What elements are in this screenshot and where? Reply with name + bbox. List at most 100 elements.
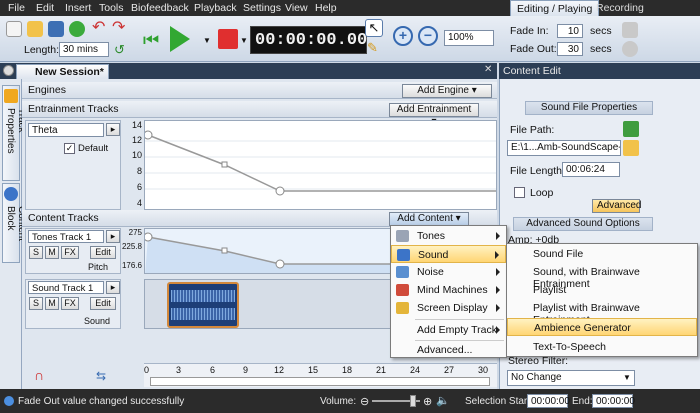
chevron-down-icon[interactable]: ▼ bbox=[623, 373, 631, 382]
timeline-ruler[interactable]: 0 3 6 9 12 15 18 21 24 27 30 bbox=[144, 363, 497, 387]
tones-track-name[interactable]: Tones Track 1 bbox=[28, 230, 104, 243]
save-icon[interactable] bbox=[48, 21, 64, 37]
menu-help[interactable]: Help bbox=[315, 2, 337, 14]
tab-track-properties[interactable]: Track Properties bbox=[2, 85, 27, 181]
loop-checkbox[interactable] bbox=[514, 187, 525, 198]
menu-item-advanced[interactable]: Advanced... bbox=[391, 341, 506, 359]
file-length-value: 00:06:24 bbox=[562, 162, 620, 177]
curve-point[interactable] bbox=[221, 161, 228, 168]
tab-new-session[interactable]: New Session* bbox=[16, 64, 109, 79]
edit-tool-icon[interactable]: ✎ bbox=[367, 40, 383, 56]
volume-up-icon[interactable]: ⊕ bbox=[423, 395, 432, 408]
advanced-button[interactable]: Advanced bbox=[592, 199, 641, 213]
sound-mute-button[interactable]: M bbox=[45, 297, 59, 310]
add-entrainment-button[interactable]: Add Entrainment ▾ bbox=[389, 103, 479, 127]
zoom-out-icon[interactable]: − bbox=[418, 26, 438, 46]
menu-settings[interactable]: Settings bbox=[243, 2, 281, 14]
fade-reset-icon[interactable] bbox=[622, 41, 638, 57]
tones-param-label[interactable]: Pitch bbox=[88, 262, 108, 272]
fade-out-input[interactable]: 30 bbox=[557, 42, 583, 56]
menu-item-tones[interactable]: Tones bbox=[391, 227, 506, 245]
speaker-icon[interactable]: 🔈 bbox=[436, 394, 450, 407]
menu-view[interactable]: View bbox=[285, 2, 308, 14]
magnet-icon[interactable]: ∩ bbox=[34, 367, 44, 383]
sound-solo-button[interactable]: S bbox=[29, 297, 43, 310]
menu-edit[interactable]: Edit bbox=[36, 2, 54, 14]
submenu-item-playlist[interactable]: Playlist bbox=[507, 281, 697, 299]
submenu-item-playlist-brainwave[interactable]: Playlist with Brainwave Entrainment bbox=[507, 299, 697, 326]
redo-icon[interactable]: ↷ bbox=[112, 20, 128, 37]
time-tick: 12 bbox=[274, 365, 285, 375]
curve-point[interactable] bbox=[144, 130, 153, 140]
new-file-icon[interactable] bbox=[6, 21, 22, 37]
reset-length-icon[interactable]: ↺ bbox=[114, 43, 130, 59]
rewind-icon[interactable]: ⏮ bbox=[143, 31, 161, 49]
submenu-item-text-to-speech[interactable]: Text-To-Speech bbox=[507, 338, 697, 356]
selection-start-label: Selection Start: bbox=[465, 396, 533, 407]
sound-content-block[interactable] bbox=[167, 282, 239, 328]
select-tool-icon[interactable]: ↖ bbox=[365, 19, 383, 37]
refresh-icon[interactable] bbox=[623, 121, 639, 137]
curve-point[interactable] bbox=[144, 232, 153, 242]
menu-item-mind-machines[interactable]: Mind Machines bbox=[391, 281, 506, 299]
tones-edit-button[interactable]: Edit bbox=[90, 246, 116, 259]
menu-biofeedback[interactable]: Biofeedback bbox=[131, 2, 189, 14]
submenu-item-sound-brainwave[interactable]: Sound, with Brainwave Entrainment bbox=[507, 263, 697, 290]
tones-fx-button[interactable]: FX bbox=[61, 246, 79, 259]
volume-thumb[interactable] bbox=[410, 395, 416, 407]
entrainment-track-name[interactable]: Theta bbox=[28, 123, 104, 137]
tones-solo-button[interactable]: S bbox=[29, 246, 43, 259]
end-input[interactable]: 00:00:00 bbox=[592, 394, 635, 408]
sound-fx-button[interactable]: FX bbox=[61, 297, 79, 310]
sound-param-label[interactable]: Sound bbox=[84, 316, 110, 326]
export-icon[interactable] bbox=[69, 21, 85, 37]
zoom-select[interactable]: 100% bbox=[444, 30, 494, 46]
menu-tools[interactable]: Tools bbox=[99, 2, 124, 14]
sound-track-menu-icon[interactable]: ▸ bbox=[106, 281, 120, 294]
selection-start-input[interactable]: 00:00:00 bbox=[527, 394, 570, 408]
add-content-button[interactable]: Add Content ▾ bbox=[389, 212, 469, 226]
sound-track-name[interactable]: Sound Track 1 bbox=[28, 281, 104, 294]
submenu-item-ambience-generator[interactable]: Ambience Generator bbox=[507, 318, 697, 336]
fade-settings-icon[interactable] bbox=[622, 22, 638, 38]
curve-point[interactable] bbox=[275, 186, 285, 196]
browse-folder-icon[interactable] bbox=[623, 140, 639, 156]
fade-in-input[interactable]: 10 bbox=[557, 24, 583, 38]
tab-editing-playing[interactable]: Editing / Playing bbox=[510, 0, 600, 16]
stereo-filter-select[interactable]: No Change bbox=[507, 370, 635, 386]
tab-recording[interactable]: Recording bbox=[590, 0, 650, 16]
add-track-icon[interactable]: ⇆ bbox=[96, 369, 106, 383]
horizontal-scrollbar[interactable] bbox=[150, 377, 490, 386]
add-engine-button[interactable]: Add Engine ▾ bbox=[402, 84, 492, 98]
menu-item-screen-display[interactable]: Screen Display bbox=[391, 299, 506, 317]
tab-content-block[interactable]: Content Block bbox=[2, 183, 27, 263]
undo-icon[interactable]: ↶ bbox=[92, 20, 108, 37]
sound-edit-button[interactable]: Edit bbox=[90, 297, 116, 310]
tones-mute-button[interactable]: M bbox=[45, 246, 59, 259]
volume-down-icon[interactable]: ⊖ bbox=[360, 395, 369, 408]
menu-item-sound[interactable]: Sound bbox=[391, 245, 506, 263]
length-select[interactable]: 30 mins bbox=[59, 42, 109, 57]
tones-track-header: Tones Track 1 ▸ S M FX Edit Pitch bbox=[25, 228, 121, 274]
record-stop-icon[interactable] bbox=[218, 29, 238, 49]
zoom-in-icon[interactable]: + bbox=[393, 26, 413, 46]
curve-point[interactable] bbox=[275, 259, 285, 269]
play-dropdown-icon[interactable]: ▼ bbox=[203, 36, 219, 52]
open-folder-icon[interactable] bbox=[27, 21, 43, 37]
sound-track-header: Sound Track 1 ▸ S M FX Edit Sound bbox=[25, 279, 121, 329]
default-checkbox[interactable]: ✓ bbox=[64, 143, 75, 154]
menu-insert[interactable]: Insert bbox=[65, 2, 91, 14]
menu-playback[interactable]: Playback bbox=[194, 2, 237, 14]
curve-point[interactable] bbox=[221, 247, 228, 254]
menu-file[interactable]: File bbox=[8, 2, 25, 14]
menu-item-noise[interactable]: Noise bbox=[391, 263, 506, 281]
y-tick: 8 bbox=[136, 166, 142, 176]
entrainment-graph[interactable] bbox=[144, 120, 497, 210]
play-icon[interactable] bbox=[170, 26, 190, 52]
menu-item-add-empty-track[interactable]: Add Empty Track bbox=[391, 321, 506, 339]
submenu-item-sound-file[interactable]: Sound File bbox=[507, 245, 697, 263]
tones-track-menu-icon[interactable]: ▸ bbox=[106, 230, 120, 243]
file-path-input[interactable]: E:\1...Amb-SoundScape-10 bbox=[507, 140, 621, 156]
close-icon[interactable]: ✕ bbox=[484, 64, 492, 75]
track-menu-icon[interactable]: ▸ bbox=[106, 123, 120, 136]
